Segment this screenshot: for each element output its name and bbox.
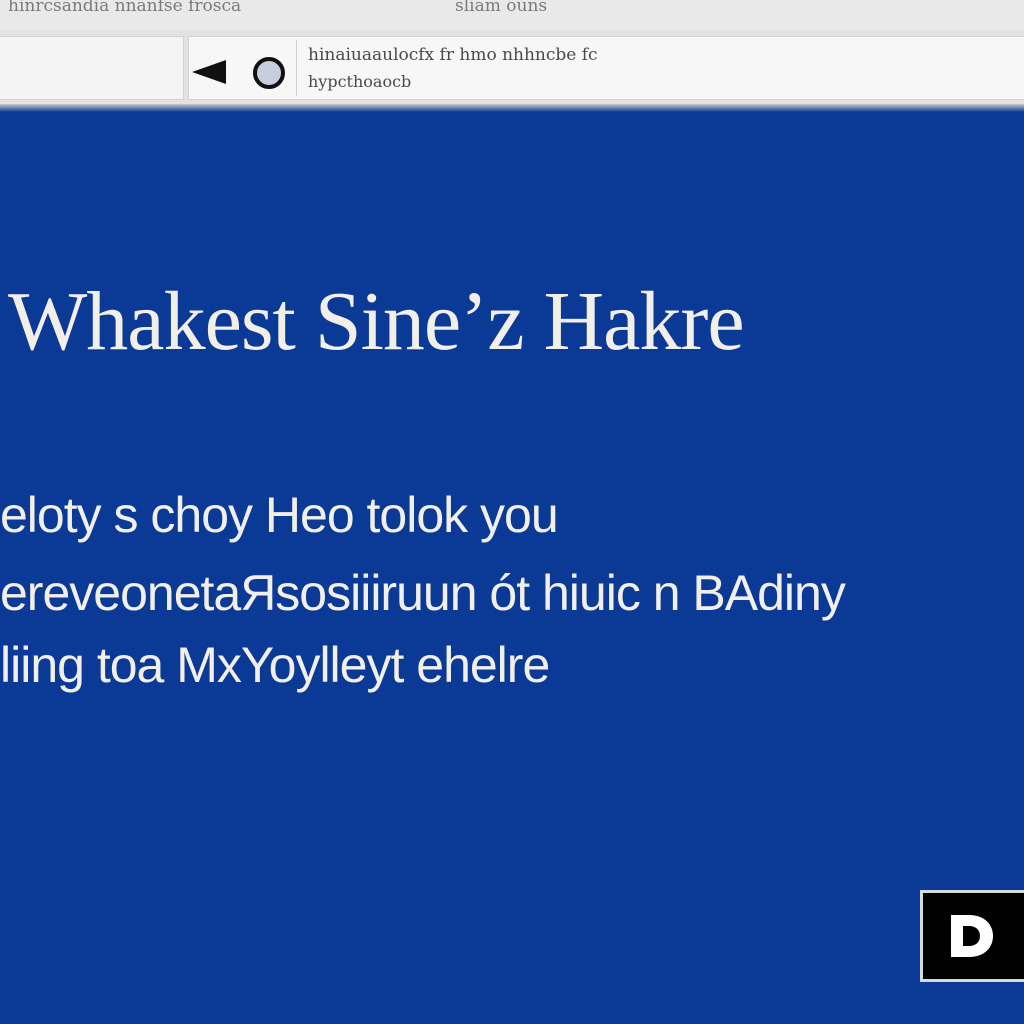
back-button[interactable] [190,56,230,88]
back-arrow-icon [192,60,226,84]
reload-circle-icon [253,57,285,89]
toolbar-divider [296,40,297,96]
page-headline: Whakest Sine’z Hakre [8,275,745,368]
body-text-line-1: eloty s choy Heo tolok you [0,487,559,543]
toolbar-left-pane [0,36,184,100]
letter-d-logo-icon [951,915,993,957]
body-text-line-2: ereveonetaЯsosiiiruun ót hiuic n BAdiny [0,565,846,621]
corner-logo-button[interactable] [920,890,1024,982]
tab-title-left[interactable]: hinrcsandia nnanfse frosca [8,0,241,16]
address-text[interactable]: hinaiuaaulocfx fr hmo nhhncbe fc [308,45,598,65]
reload-button[interactable] [250,54,288,92]
browser-window: hinrcsandia nnanfse frosca sliam ouns hi… [0,0,1024,1024]
tab-strip: hinrcsandia nnanfse frosca sliam ouns [0,0,1024,31]
toolbar-shadow [0,104,1024,112]
body-text-line-3: liing toa MxYoylleyt ehelre [0,637,550,693]
address-subtext: hypcthoaocb [308,72,412,91]
browser-toolbar [0,30,1024,108]
tab-title-right[interactable]: sliam ouns [455,0,547,16]
